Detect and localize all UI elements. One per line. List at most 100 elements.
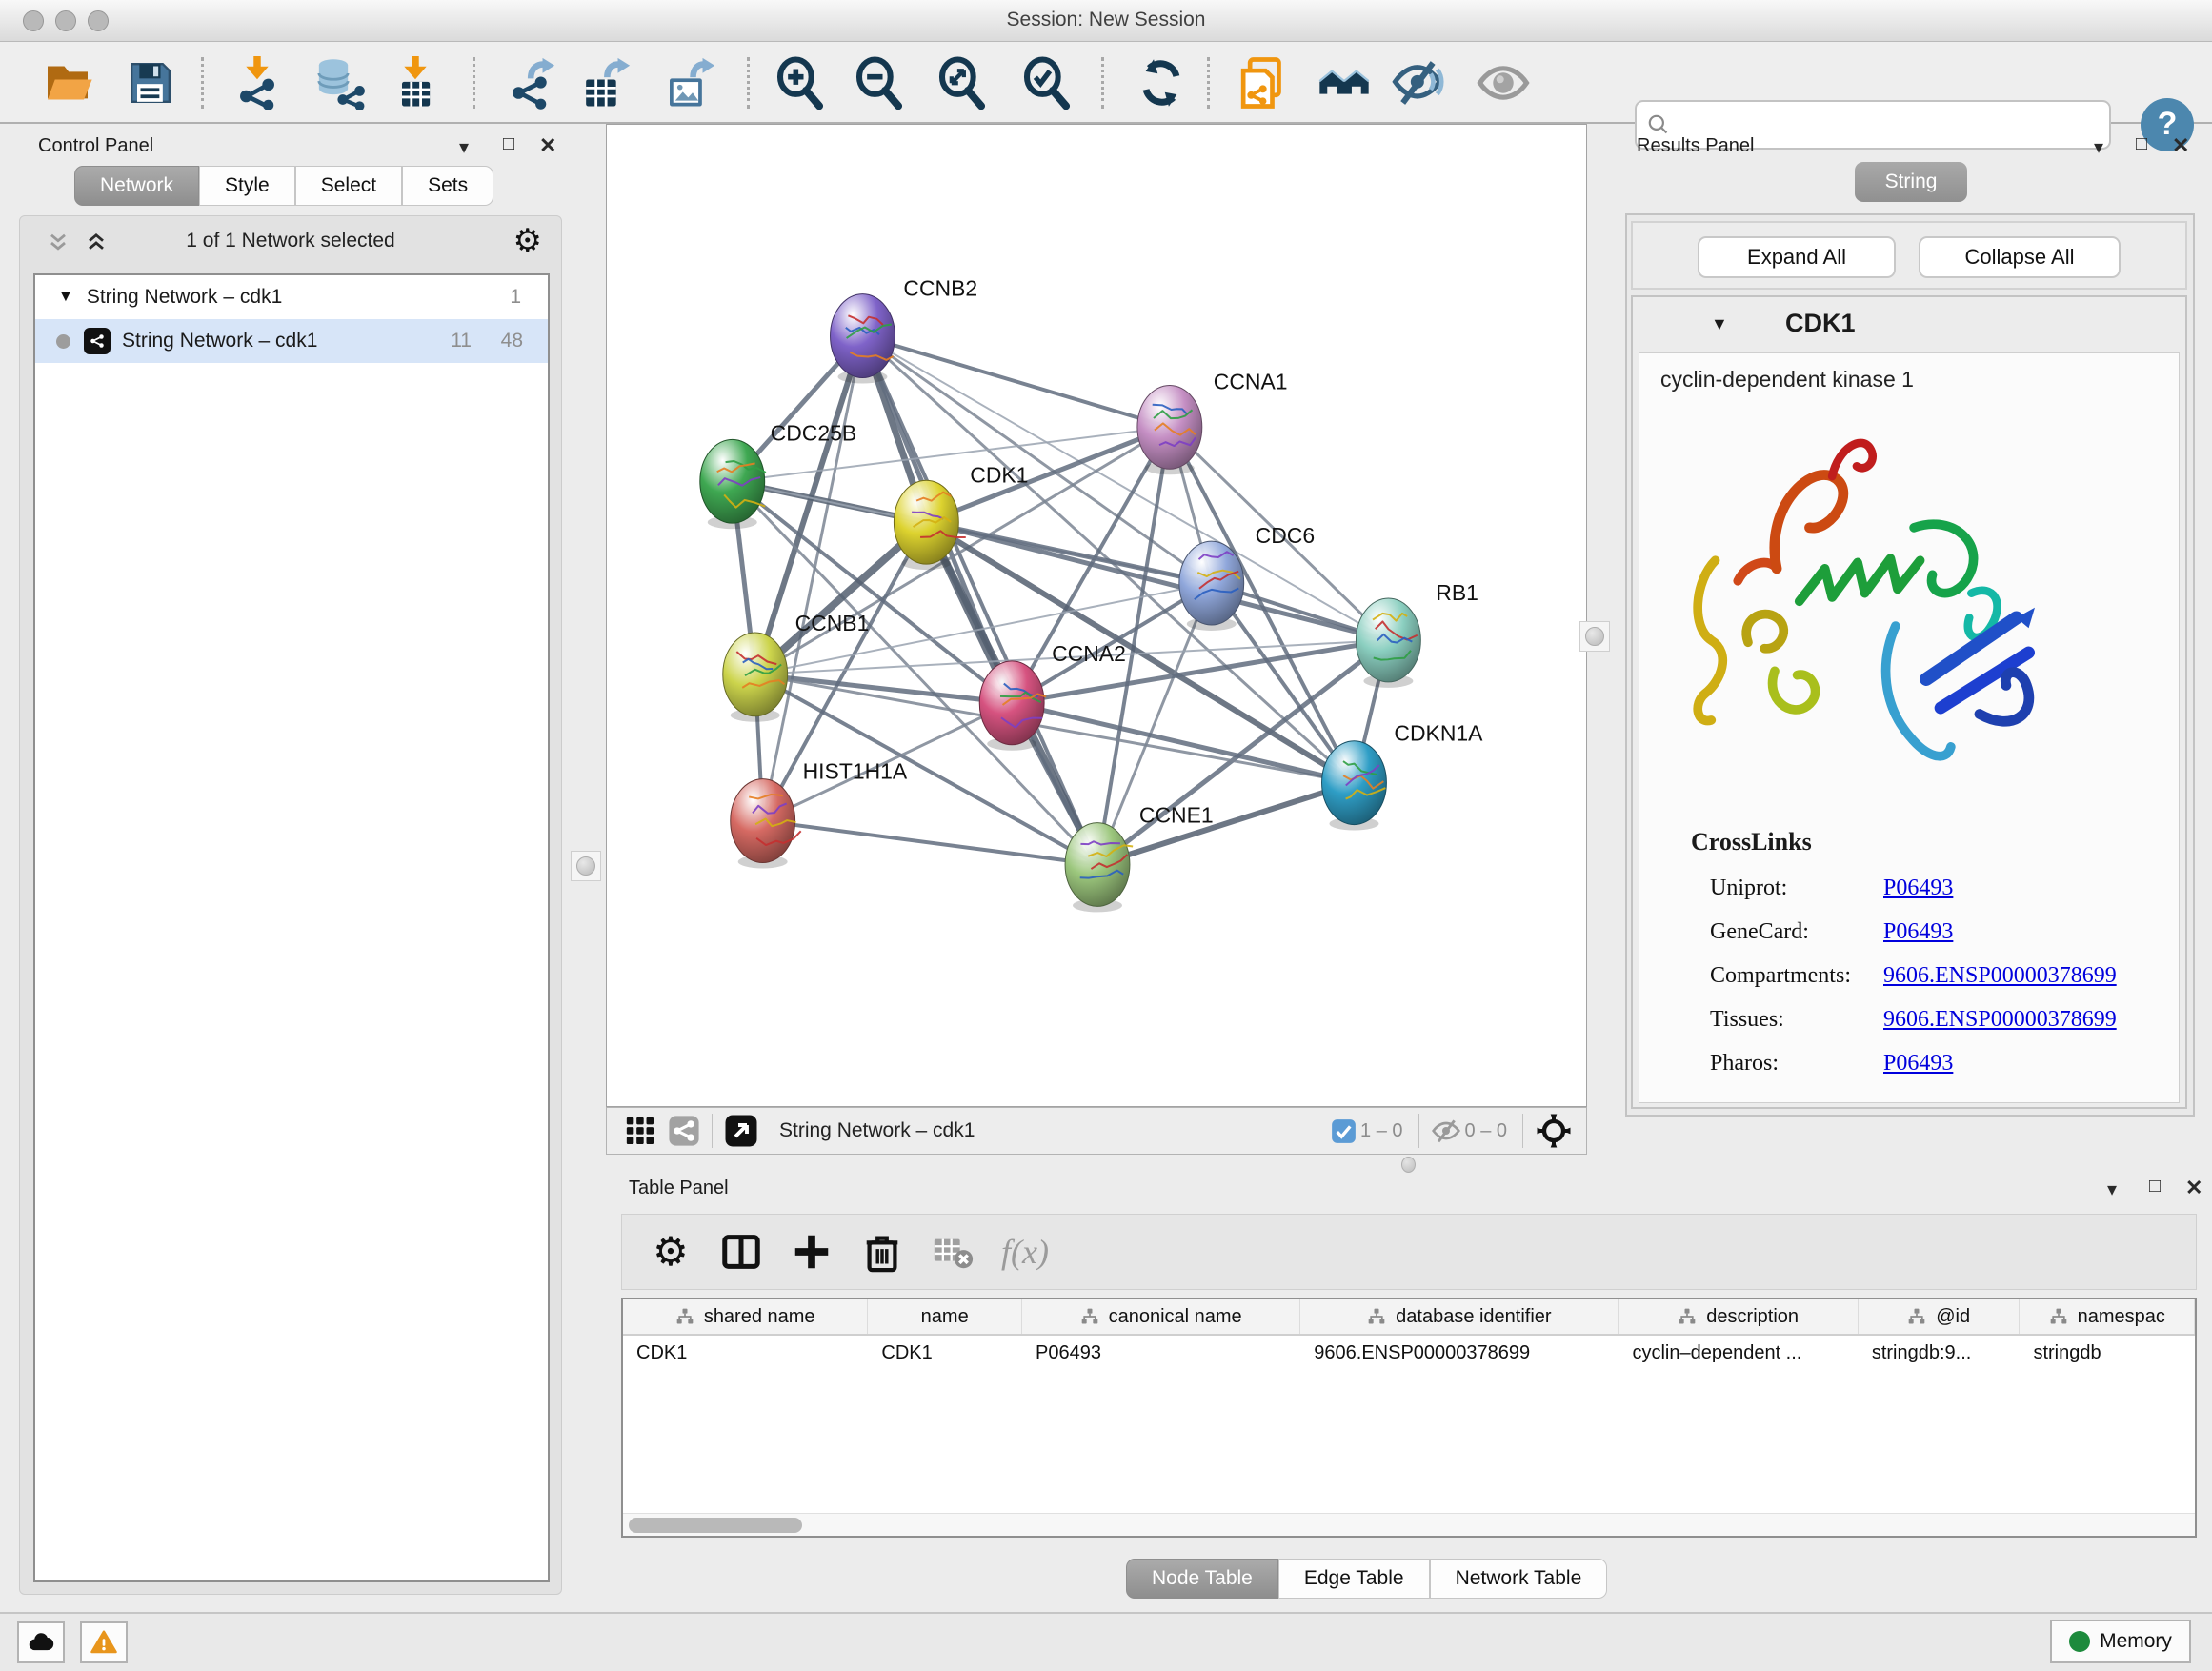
network-node-ccna1[interactable]: CCNA1 [1137,369,1288,474]
export-table-icon[interactable] [578,56,632,110]
gene-expander-icon[interactable]: ▼ [1711,314,1728,334]
table-horizontal-scrollbar[interactable] [623,1513,2195,1536]
detach-view-icon[interactable] [724,1114,758,1148]
table-panel-float-icon[interactable]: ▾ [2107,1178,2117,1201]
table-type-tabs: Node TableEdge TableNetwork Table [1126,1559,1607,1599]
network-view-share-icon[interactable] [668,1115,700,1147]
memory-status-dot [2069,1631,2090,1652]
tab-network-table[interactable]: Network Table [1430,1559,1608,1599]
network-edge[interactable] [1012,703,1354,783]
crosslink-label: Uniprot: [1710,876,1787,901]
results-panel-maximize-icon[interactable]: □ [2136,133,2147,155]
network-canvas[interactable]: CCNB2CCNA1CDC25BCDK1CDC6RB1CCNB1CCNA2CDK… [606,124,1587,1107]
network-edge[interactable] [862,336,1097,865]
cloud-status-button[interactable] [17,1621,65,1663]
table-panel-maximize-icon[interactable]: □ [2149,1176,2161,1198]
control-panel-close-icon[interactable]: ✕ [539,133,556,158]
right-splitter-handle[interactable] [1579,621,1610,652]
birds-eye-crosshair-icon[interactable] [1535,1112,1573,1150]
crosslink-row: Pharos:P06493 [1639,1043,2179,1087]
network-edge[interactable] [1097,783,1354,865]
crosslink-link[interactable]: P06493 [1883,919,1953,945]
crosslink-link[interactable]: 9606.ENSP00000378699 [1883,963,2117,989]
crosslink-link[interactable]: 9606.ENSP00000378699 [1883,1007,2117,1033]
crosslinks-list: Uniprot:P06493GeneCard:P06493Compartment… [1639,868,2179,1087]
column-header-sharedname[interactable]: shared name [623,1299,868,1334]
zoom-selected-icon[interactable] [1020,56,1074,110]
add-column-icon[interactable] [790,1230,834,1274]
collapse-all-button[interactable]: Collapse All [1919,236,2121,278]
network-node-ccnb2[interactable]: CCNB2 [831,276,978,384]
expand-all-button[interactable]: Expand All [1698,236,1896,278]
save-session-icon[interactable] [124,56,177,110]
crosslink-link[interactable]: P06493 [1883,1051,1953,1077]
copy-network-icon[interactable] [1236,56,1289,110]
import-network-icon[interactable] [231,56,284,110]
zoom-fit-icon[interactable] [935,56,989,110]
hidden-eye-slash-icon[interactable] [1431,1116,1461,1146]
tab-edge-table[interactable]: Edge Table [1278,1559,1430,1599]
column-header-name[interactable]: name [868,1299,1022,1334]
table-row[interactable]: CDK1CDK1P064939606.ENSP00000378699cyclin… [623,1336,2195,1372]
tab-sets[interactable]: Sets [402,166,493,206]
import-network-from-database-icon[interactable] [313,56,367,110]
import-table-icon[interactable] [389,56,442,110]
export-network-icon[interactable] [503,56,556,110]
hidden-counts: 0 – 0 [1465,1120,1507,1142]
selected-checkbox-icon[interactable] [1331,1118,1357,1144]
control-panel-float-icon[interactable]: ▾ [459,135,469,159]
crosslink-link[interactable]: P06493 [1883,876,1953,901]
tab-node-table[interactable]: Node Table [1126,1559,1278,1599]
table-options-gear-icon[interactable]: ⚙ [649,1230,693,1274]
column-header-databaseidentifier[interactable]: database identifier [1300,1299,1619,1334]
network-edge[interactable] [862,336,1169,428]
network-row-selected[interactable]: String Network – cdk1 11 48 [35,319,548,363]
gene-header[interactable]: ▼ CDK1 [1633,297,2185,352]
memory-button[interactable]: Memory [2050,1620,2191,1663]
tab-network[interactable]: Network [74,166,199,206]
network-collection-row[interactable]: ▼ String Network – cdk1 1 [35,275,548,319]
collection-expander-icon[interactable]: ▼ [58,289,73,306]
hide-glyphs-eye-slash-icon[interactable] [1392,56,1445,110]
network-edge[interactable] [763,821,1097,865]
network-graph[interactable]: CCNB2CCNA1CDC25BCDK1CDC6RB1CCNB1CCNA2CDK… [607,125,1586,1106]
left-splitter-handle[interactable] [571,851,601,881]
column-header-id[interactable]: @id [1859,1299,2021,1334]
tab-select[interactable]: Select [295,166,402,206]
network-icon [84,328,111,354]
control-panel-maximize-icon[interactable]: □ [503,133,514,155]
tab-style[interactable]: Style [199,166,295,206]
column-header-canonicalname[interactable]: canonical name [1022,1299,1300,1334]
network-node-rb1[interactable]: RB1 [1356,580,1478,688]
collection-label: String Network – cdk1 [87,286,282,309]
crosslink-row: Tissues:9606.ENSP00000378699 [1639,999,2179,1043]
table-panel-close-icon[interactable]: ✕ [2185,1176,2202,1200]
open-session-icon[interactable] [41,56,94,110]
tab-string[interactable]: String [1855,162,1967,202]
column-type-icon [2049,1307,2068,1326]
results-panel-float-icon[interactable]: ▾ [2094,135,2103,159]
column-header-namespac[interactable]: namespac [2020,1299,2195,1334]
delete-column-trash-icon[interactable] [860,1230,904,1274]
network-edge[interactable] [926,522,1388,640]
zoom-out-icon[interactable] [853,56,906,110]
column-type-icon [1678,1307,1697,1326]
zoom-in-icon[interactable] [774,56,827,110]
column-header-description[interactable]: description [1619,1299,1858,1334]
network-node-cdkn1a[interactable]: CDKN1A [1322,721,1484,831]
show-columns-icon[interactable] [719,1230,763,1274]
results-panel-title: Results Panel [1637,135,1754,157]
results-panel-close-icon[interactable]: ✕ [2172,133,2189,158]
show-eye-icon[interactable] [1477,56,1530,110]
network-node-ccne1[interactable]: CCNE1 [1065,803,1214,913]
export-image-icon[interactable] [663,56,716,110]
warning-status-button[interactable] [80,1621,128,1663]
network-node-hist1h1a[interactable]: HIST1H1A [731,759,908,869]
grid-view-icon[interactable] [624,1115,656,1147]
node-table[interactable]: shared namenamecanonical namedatabase id… [621,1298,2197,1538]
network-options-gear-icon[interactable]: ⚙ [513,222,542,260]
scrollbar-thumb[interactable] [629,1518,802,1533]
home-icon[interactable] [1317,56,1371,110]
network-edge[interactable] [763,336,863,821]
refresh-layout-icon[interactable] [1135,56,1188,110]
